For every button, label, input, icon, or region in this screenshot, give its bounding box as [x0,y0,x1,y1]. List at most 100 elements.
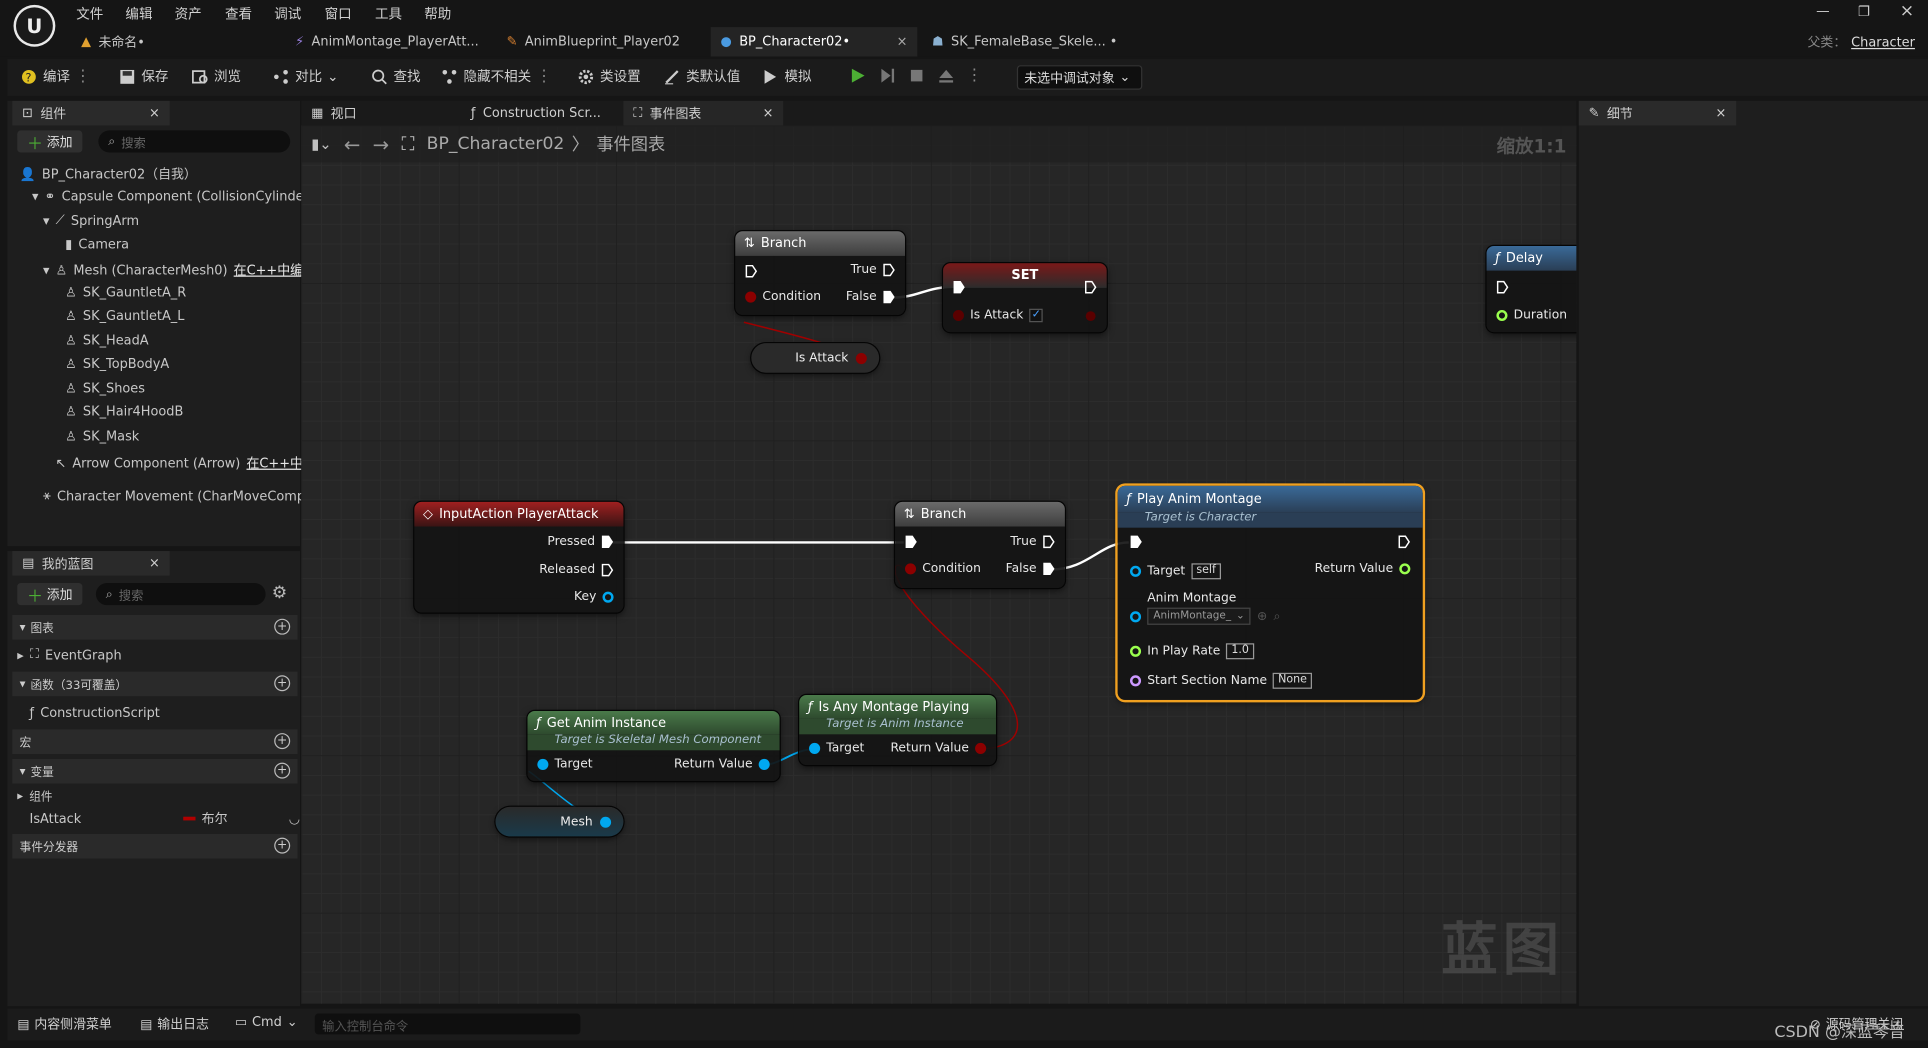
bool-pin-icon[interactable] [855,352,867,364]
mesh-getter-node[interactable]: Mesh [495,806,624,837]
visibility-icon[interactable]: ◡ [289,811,300,826]
menu-edit[interactable]: 编辑 [125,4,152,24]
false-pin[interactable]: False [846,290,895,304]
menu-help[interactable]: 帮助 [424,4,451,24]
more-options-icon[interactable]: ⋮ [966,66,982,84]
tree-item-springarm[interactable]: ▾ ⟋ SpringArm [43,213,139,229]
add-component-button[interactable]: ＋添加 [17,130,83,153]
minimize-icon[interactable]: — [1816,2,1830,18]
close-tab-icon[interactable]: × [897,34,908,49]
tree-item-mesh[interactable]: ▾ ♙ Mesh (CharacterMesh0) 在C++中编辑 [43,261,316,279]
bookmark-icon[interactable]: ▮⌄ [311,135,331,152]
diff-button[interactable]: 对比 ⌄ [272,66,338,86]
play-rate-input[interactable]: 1.0 [1226,643,1254,660]
class-settings-button[interactable]: 类设置 [577,66,641,86]
condition-pin[interactable]: Condition [904,562,981,576]
restore-icon[interactable]: ❐ [1858,4,1870,20]
doc-tab-anim-montage[interactable]: ⚡ AnimMontage_PlayerAtt... [285,27,492,57]
breadcrumb-blueprint[interactable]: BP_Character02 [427,134,565,154]
target-pin[interactable]: Target [537,758,593,771]
true-pin[interactable]: True [851,263,896,277]
start-section-pin[interactable]: Start Section Name None [1130,672,1312,689]
exec-out-pin[interactable] [1084,280,1097,294]
section-variables[interactable]: ▾ 变量 + [12,758,298,784]
close-tab-icon[interactable]: × [149,556,160,571]
expand-arrow-icon[interactable]: ▾ [32,189,38,204]
exec-in-pin[interactable] [745,264,758,278]
expand-arrow-icon[interactable]: ▾ [43,213,49,228]
true-pin[interactable]: True [1010,535,1055,549]
console-command-input[interactable]: 输入控制台命令 [314,1013,581,1035]
search-icon[interactable]: ⌕ [1274,609,1281,623]
close-tab-icon[interactable]: × [1716,106,1727,121]
play-rate-pin[interactable]: In Play Rate 1.0 [1130,643,1254,660]
browse-button[interactable]: 浏览 [191,66,241,86]
add-macro-icon[interactable]: + [274,733,291,750]
step-icon[interactable] [878,66,896,84]
branch-node-2[interactable]: ⇅ Branch True Condition False [895,501,1065,588]
menu-view[interactable]: 查看 [225,4,252,24]
find-button[interactable]: 查找 [370,66,421,86]
menu-debug[interactable]: 调试 [274,4,301,24]
section-name-input[interactable]: None [1273,672,1312,689]
output-log-button[interactable]: ▤ 输出日志 [140,1015,209,1033]
anim-montage-pin[interactable]: Anim Montage AnimMontage_ ⌄ ⊕ ⌕ [1130,592,1280,625]
exec-in-pin[interactable] [1496,280,1509,294]
tree-item-movement[interactable]: ⚹ Character Movement (CharMoveComp) [43,488,310,504]
tree-item-sk[interactable]: ♙ SK_Hair4HoodB [65,405,183,420]
tree-item-construction-script[interactable]: ƒ ConstructionScript [30,706,160,721]
section-functions[interactable]: ▾ 函数（33可覆盖） + [12,671,298,697]
exec-out-pin[interactable] [1398,535,1411,549]
is-any-montage-playing-node[interactable]: ƒ Is Any Montage Playing Target is Anim I… [799,694,996,766]
browse-asset-icon[interactable]: ⊕ [1257,609,1267,623]
add-function-icon[interactable]: + [274,675,291,692]
save-button[interactable]: 保存 [118,66,168,86]
released-pin[interactable]: Released [539,563,614,577]
section-graphs[interactable]: ▾ 图表 + [12,615,298,640]
tree-item-sk[interactable]: ♙ SK_Shoes [65,381,145,396]
exec-in-pin[interactable] [905,535,917,549]
menu-tools[interactable]: 工具 [375,4,402,24]
tree-item-sk[interactable]: ♙ SK_Mask [65,429,139,444]
my-blueprint-tab[interactable]: ▤ 我的蓝图 × [12,551,170,576]
tab-event-graph[interactable]: ⛶ 事件图表 × [623,100,784,126]
stop-icon[interactable] [907,66,925,84]
tree-item-sk[interactable]: ♙ SK_TopBodyA [65,357,169,372]
tree-item-camera[interactable]: ▮ Camera [65,237,129,252]
input-action-node[interactable]: ◇ InputAction PlayerAttack Pressed Releas… [414,501,624,613]
close-tab-icon[interactable]: × [763,106,774,121]
menu-window[interactable]: 窗口 [325,4,352,24]
add-dispatcher-icon[interactable]: + [274,837,291,854]
event-graph-canvas[interactable]: ▮⌄ ← → ⛶ BP_Character02 〉 事件图表 缩放1:1 ⇅ Br… [301,125,1577,1004]
debug-target-dropdown[interactable]: 未选中调试对象 ⌄ [1016,65,1143,90]
bool-out-pin-icon[interactable] [1085,311,1096,322]
section-macros[interactable]: 宏 + [12,729,298,754]
add-graph-icon[interactable]: + [274,618,291,635]
class-defaults-button[interactable]: 类默认值 [663,66,740,86]
return-value-pin[interactable]: Return Value [890,742,987,755]
collapse-arrow-icon[interactable]: ▸ [17,789,23,803]
tree-item-sk[interactable]: ♙ SK_GauntletA_R [65,285,186,300]
is-attack-set-pin[interactable]: Is Attack ✓ [952,308,1044,323]
target-pin[interactable]: Target [809,742,864,755]
duration-pin[interactable]: Duration [1496,309,1567,322]
tree-item-capsule[interactable]: ▾ ⚭ Capsule Component (CollisionCylinder) [32,189,314,204]
eject-icon[interactable] [937,66,955,84]
tree-item-event-graph[interactable]: ▸ ⛶ EventGraph [17,647,121,663]
play-icon[interactable] [848,66,866,84]
condition-pin[interactable]: Condition [745,290,821,304]
doc-tab-bp-character[interactable]: ● BP_Character02• × [710,27,918,57]
expand-arrow-icon[interactable]: ▾ [43,263,49,278]
cmd-dropdown[interactable]: ▭ Cmd ⌄ [235,1015,298,1030]
tree-item-sk[interactable]: ♙ SK_HeadA [65,333,148,348]
get-anim-instance-node[interactable]: ƒ Get Anim Instance Target is Skeletal Me… [527,710,780,782]
object-pin-icon[interactable] [600,816,612,828]
set-node[interactable]: SET Is Attack ✓ [943,263,1107,333]
play-anim-montage-node[interactable]: ƒ Play Anim Montage Target is Character T… [1117,485,1423,700]
return-value-pin[interactable]: Return Value [674,758,770,771]
forward-arrow-icon[interactable]: → [373,132,389,155]
menu-asset[interactable]: 资产 [175,4,202,24]
details-tab[interactable]: ✎ 细节 × [1578,100,1737,126]
is-attack-getter-node[interactable]: Is Attack [751,343,880,373]
false-pin[interactable]: False [1006,562,1055,576]
